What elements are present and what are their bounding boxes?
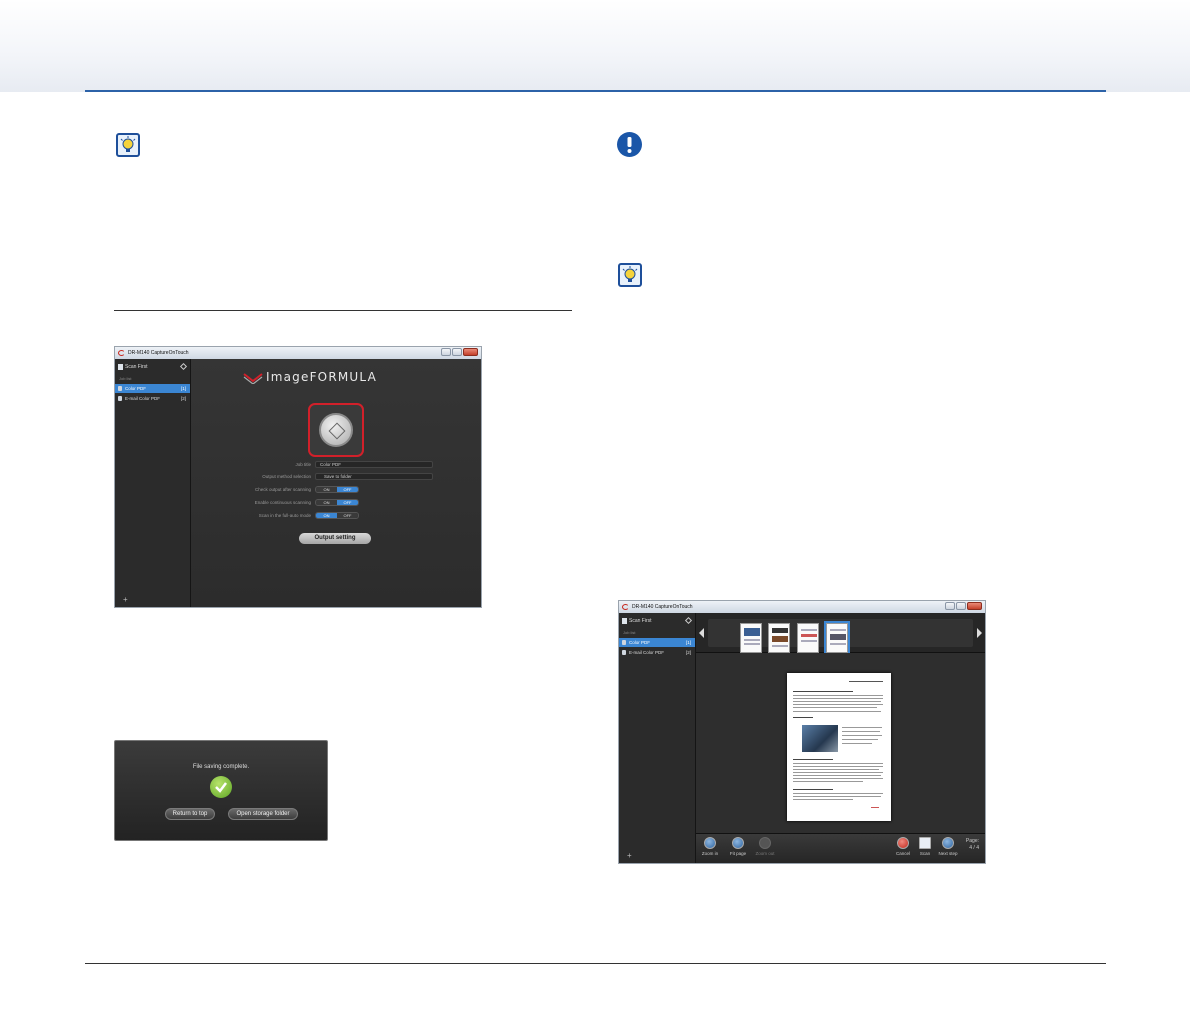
continuous-scan-row: Enable continuous scanning ON OFF: [191, 498, 481, 507]
output-setting-button[interactable]: Output setting: [299, 533, 371, 544]
scan-page-icon: [919, 837, 931, 849]
checkmark-icon: [210, 776, 232, 798]
scanned-page-preview[interactable]: [787, 673, 891, 821]
output-method-row: Output method selection Save to folder: [191, 472, 481, 481]
job-sidebar: Scan First Job list Color PDF [1] E-mail…: [115, 359, 191, 607]
start-button-highlight: [308, 403, 364, 457]
page-header: [0, 0, 1190, 92]
full-auto-row: Scan in the full-auto mode ON OFF: [191, 511, 481, 520]
page-preview: [696, 653, 985, 833]
captureontouch-main-window: DR-M140 CaptureOnTouch Scan First Job li…: [114, 346, 482, 608]
job-sidebar: Scan First Job list Color PDF [1] E-mail…: [619, 613, 696, 863]
caution-exclamation-icon: [617, 132, 642, 157]
minimize-button[interactable]: [945, 602, 955, 610]
scanner-icon: [622, 618, 627, 624]
window-title: DR-M140 CaptureOnTouch: [128, 350, 189, 356]
output-setting-label: Output setting: [314, 535, 356, 541]
email-icon: [118, 396, 122, 401]
job-icon: [622, 640, 626, 645]
full-auto-toggle[interactable]: ON OFF: [315, 512, 359, 519]
window-titlebar: DR-M140 CaptureOnTouch: [619, 601, 985, 613]
next-step-button[interactable]: Next step: [937, 837, 959, 856]
next-step-icon: [942, 837, 954, 849]
page-thumbnail[interactable]: [768, 623, 790, 653]
header-rule: [85, 90, 1106, 92]
thumbnail-strip: [696, 613, 985, 655]
output-method-select[interactable]: Save to folder: [315, 473, 433, 480]
page-thumbnail[interactable]: [797, 623, 819, 653]
maximize-button[interactable]: [452, 348, 462, 356]
thumbnail-track: [708, 619, 973, 655]
zoom-in-icon: [704, 837, 716, 849]
page-thumbnail[interactable]: [740, 623, 762, 653]
captureontouch-review-window: DR-M140 CaptureOnTouch Scan First Job li…: [618, 600, 986, 864]
cancel-icon: [897, 837, 909, 849]
fit-page-button[interactable]: Fit page: [727, 837, 749, 856]
job-title-input[interactable]: Color PDF: [315, 461, 433, 468]
window-title: DR-M140 CaptureOnTouch: [632, 604, 693, 610]
close-button[interactable]: [463, 348, 478, 356]
scan-button[interactable]: Scan: [914, 837, 936, 856]
job-list-label: Job list: [623, 630, 636, 635]
previous-arrow-icon[interactable]: [699, 628, 704, 638]
zoom-in-button[interactable]: Zoom in: [699, 837, 721, 856]
job-title-row: Job title Color PDF: [191, 460, 481, 469]
imageformula-logo-icon: [243, 373, 263, 384]
return-to-top-button[interactable]: Return to top: [165, 808, 215, 820]
brand-title: ImageFORMULA: [266, 370, 377, 384]
job-item-color-pdf[interactable]: Color PDF [1]: [115, 384, 190, 393]
zoom-out-icon: [759, 837, 771, 849]
check-output-toggle[interactable]: ON OFF: [315, 486, 359, 493]
start-diamond-icon[interactable]: [179, 362, 188, 371]
scan-first-item[interactable]: Scan First: [115, 361, 190, 373]
add-job-icon[interactable]: +: [627, 851, 632, 860]
scan-first-item[interactable]: Scan First: [619, 615, 695, 627]
window-titlebar: DR-M140 CaptureOnTouch: [115, 347, 481, 359]
review-toolbar: Zoom in Fit page Zoom out Cancel Scan Ne…: [696, 833, 985, 863]
scanner-icon: [118, 364, 123, 370]
email-icon: [622, 650, 626, 655]
job-item-email-color-pdf[interactable]: E-mail Color PDF [2]: [115, 394, 190, 403]
open-storage-folder-button[interactable]: Open storage folder: [228, 808, 298, 820]
job-icon: [118, 386, 122, 391]
job-item-color-pdf[interactable]: Color PDF [1]: [619, 638, 695, 647]
page-thumbnail-selected[interactable]: [824, 621, 850, 655]
close-button[interactable]: [967, 602, 982, 610]
footer-rule: [85, 963, 1106, 964]
job-settings-panel: ImageFORMULA Job title Color PDF Output …: [191, 359, 481, 607]
file-saving-complete-dialog: File saving complete. Return to top Open…: [114, 740, 328, 841]
maximize-button[interactable]: [956, 602, 966, 610]
page-indicator: Page: 4 / 4: [965, 838, 979, 851]
cancel-button[interactable]: Cancel: [892, 837, 914, 856]
minimize-button[interactable]: [441, 348, 451, 356]
check-output-row: Check output after scanning ON OFF: [191, 485, 481, 494]
app-logo-icon: [622, 604, 629, 610]
start-scan-button[interactable]: [319, 413, 353, 447]
job-list-label: Job list: [119, 376, 132, 381]
fit-page-icon: [732, 837, 744, 849]
start-diamond-icon: [328, 422, 346, 440]
start-diamond-icon[interactable]: [684, 616, 693, 625]
zoom-out-button[interactable]: Zoom out: [754, 837, 776, 856]
app-logo-icon: [118, 350, 125, 356]
page-photo: [802, 725, 838, 752]
next-arrow-icon[interactable]: [977, 628, 982, 638]
section-divider: [114, 310, 572, 311]
hint-lightbulb-icon: [618, 263, 642, 287]
job-item-email-color-pdf[interactable]: E-mail Color PDF [2]: [619, 648, 695, 657]
add-job-icon[interactable]: +: [123, 595, 128, 604]
hint-lightbulb-icon: [116, 133, 140, 157]
continuous-scan-toggle[interactable]: ON OFF: [315, 499, 359, 506]
dialog-message: File saving complete.: [192, 764, 250, 770]
